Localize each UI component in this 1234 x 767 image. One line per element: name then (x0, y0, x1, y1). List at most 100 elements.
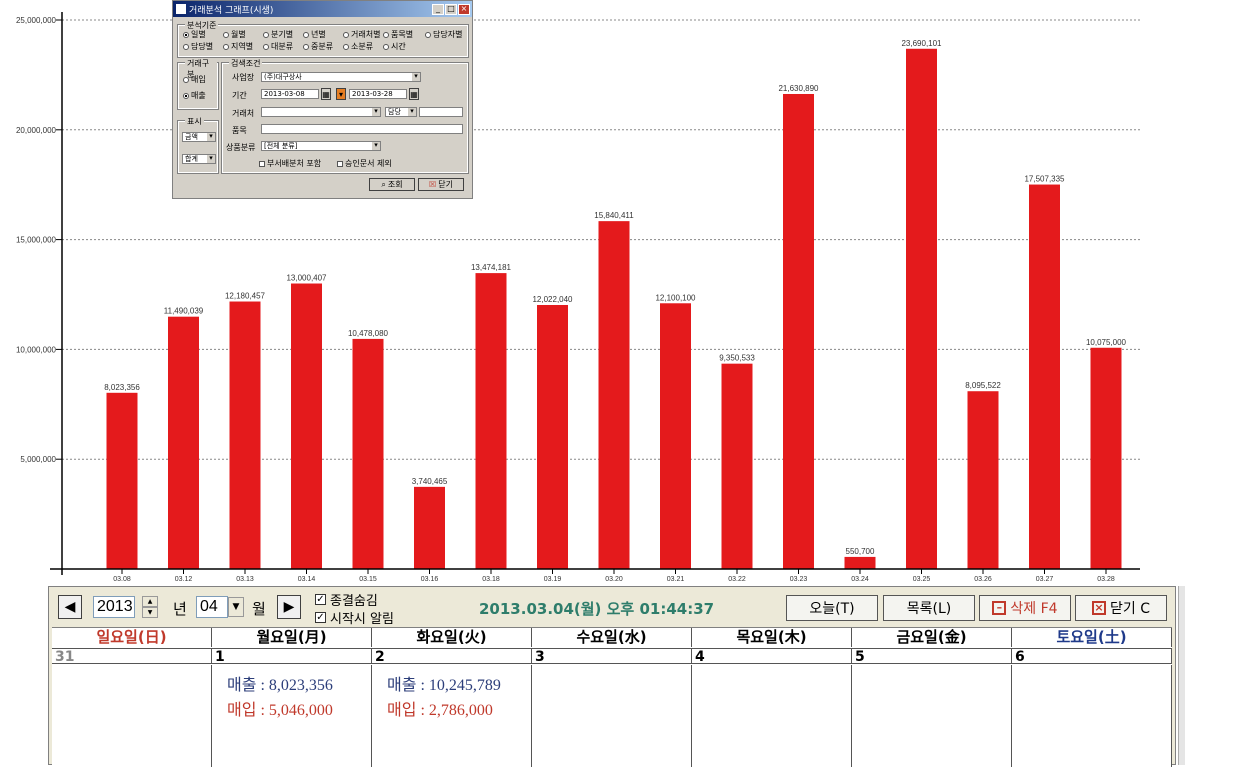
manager-input[interactable] (419, 107, 463, 117)
search-button-label: 조회 (387, 180, 403, 189)
hide-closed-checkbox[interactable]: ✓ 종결숨김 (315, 590, 378, 609)
basis-radio[interactable]: 중분류 (303, 41, 333, 52)
day-cell[interactable] (52, 665, 212, 767)
month-dropdown-icon[interactable]: ▼ (228, 597, 244, 617)
search-icon: ⌕ (381, 179, 386, 189)
bar-value-label: 13,474,181 (471, 263, 512, 272)
basis-radio[interactable]: 소분류 (343, 41, 373, 52)
day-cell[interactable] (692, 665, 852, 767)
day-number: 4 (692, 648, 852, 665)
purchase-entry[interactable]: 매입 : 2,786,000 (387, 696, 493, 720)
x-tick-label: 03.24 (851, 576, 869, 583)
maximize-icon[interactable]: □ (445, 3, 457, 15)
close-icon[interactable]: × (458, 3, 470, 15)
business-label: 사업장 (232, 73, 255, 82)
business-select[interactable]: (주)대구상사 (261, 72, 421, 82)
bar-value-label: 10,075,000 (1086, 338, 1127, 347)
app-icon (176, 4, 186, 14)
calendar-panel: ◀ 2013 ▲ ▼ 년 04 ▼ 월 ▶ ✓ 종결숨김 ✓ 시작시 알림 2013.… (48, 586, 1176, 767)
weekday-header: 월요일(月) (212, 628, 372, 647)
trade-radio-sales[interactable]: 매출 (183, 90, 206, 101)
item-input[interactable] (261, 124, 463, 134)
customer-input[interactable] (261, 107, 381, 117)
basis-radio[interactable]: 거래처별 (343, 29, 380, 40)
bar-value-label: 9,350,533 (719, 354, 755, 363)
customer-label: 거래처 (232, 109, 255, 118)
manager-select[interactable]: 담당 (385, 107, 417, 117)
include-dept-checkbox[interactable]: 부서배분처 포함 (259, 158, 321, 169)
bar (844, 556, 876, 569)
basis-radio[interactable]: 일별 (183, 29, 206, 40)
year-spinner[interactable]: ▲ ▼ (142, 596, 158, 618)
purchase-entry[interactable]: 매입 : 5,046,000 (227, 696, 333, 720)
bar (598, 221, 630, 569)
y-tick-label: 15,000,000 (16, 236, 57, 245)
x-tick-label: 03.27 (1036, 576, 1054, 583)
dialog-close-button[interactable]: ☒ 닫기 (418, 178, 464, 191)
weekday-header: 일요일(日) (52, 628, 212, 647)
y-tick-label: 20,000,000 (16, 126, 57, 135)
basis-radio-label: 년별 (311, 30, 326, 39)
basis-radio[interactable]: 월별 (223, 29, 246, 40)
day-cell[interactable]: 매출 : 10,245,789 매입 : 2,786,000 (372, 665, 532, 767)
search-button[interactable]: ⌕ 조회 (369, 178, 415, 191)
basis-radio[interactable]: 시간 (383, 41, 406, 52)
startup-alarm-checkbox[interactable]: ✓ 시작시 알림 (315, 608, 394, 627)
delete-button[interactable]: – 삭제 F4 (979, 595, 1071, 621)
date-to-calendar-icon[interactable]: ▦ (409, 88, 419, 100)
month-input[interactable]: 04 (196, 596, 228, 618)
basis-radio[interactable]: 년별 (303, 29, 326, 40)
analysis-dialog: 거래분석 그래프(시생) _ □ × 분석기준 일별 월별 분기별 년별 거래처별 품목별… (172, 0, 473, 199)
display-select-2[interactable]: 합계 (182, 154, 216, 164)
close-button[interactable]: × 닫기 C (1075, 595, 1167, 621)
day-cell[interactable] (1012, 665, 1172, 767)
basis-radio[interactable]: 분기별 (263, 29, 293, 40)
calendar-grid: 일요일(日) 31 월요일(月) 1 매출 : 8,023,356 매입 : 5,046,… (52, 627, 1172, 767)
next-month-button[interactable]: ▶ (277, 595, 301, 619)
bar (414, 486, 445, 569)
delete-button-label: 삭제 F4 (1010, 601, 1058, 617)
basis-radio[interactable]: 담당별 (183, 41, 213, 52)
date-swap-icon[interactable]: ▾ (336, 88, 346, 100)
list-button[interactable]: 목록(L) (883, 595, 975, 621)
minus-icon: – (992, 601, 1007, 615)
day-cell[interactable] (532, 665, 692, 767)
spin-down-icon[interactable]: ▼ (142, 607, 158, 618)
minimize-icon[interactable]: _ (432, 3, 444, 15)
bar-value-label: 12,100,100 (655, 293, 696, 302)
category-select[interactable]: [전체 분류] (261, 141, 381, 151)
dialog-titlebar: 거래분석 그래프(시생) _ □ × (173, 1, 472, 17)
prev-month-button[interactable]: ◀ (58, 595, 82, 619)
bar (721, 363, 753, 569)
basis-radio[interactable]: 품목별 (383, 29, 413, 40)
year-input[interactable]: 2013 (93, 596, 135, 618)
day-cell[interactable] (852, 665, 1012, 767)
date-from-input[interactable]: 2013-03-08 (261, 89, 319, 99)
x-tick-label: 03.08 (113, 576, 131, 583)
date-to-input[interactable]: 2013-03-28 (349, 89, 407, 99)
today-button[interactable]: 오늘(T) (786, 595, 878, 621)
sales-entry[interactable]: 매출 : 10,245,789 (387, 671, 501, 695)
bar-value-label: 11,490,039 (164, 307, 204, 316)
bar (475, 273, 507, 569)
day-cell[interactable]: 매출 : 8,023,356 매입 : 5,046,000 (212, 665, 372, 767)
date-from-calendar-icon[interactable]: ▦ (321, 88, 331, 100)
basis-radio[interactable]: 대분류 (263, 41, 293, 52)
basis-radio[interactable]: 담당자별 (425, 29, 462, 40)
item-label: 품목 (232, 126, 247, 135)
bar-value-label: 10,478,080 (348, 329, 389, 338)
bar (783, 93, 814, 569)
bar (1090, 347, 1122, 569)
x-tick-label: 03.21 (667, 576, 685, 583)
spin-up-icon[interactable]: ▲ (142, 596, 158, 607)
sales-entry[interactable]: 매출 : 8,023,356 (227, 671, 333, 695)
month-unit: 월 (252, 600, 266, 618)
vertical-scrollbar[interactable] (1178, 586, 1185, 765)
y-tick-label: 25,000,000 (16, 16, 57, 25)
day-number: 2 (372, 648, 532, 665)
exclude-approved-checkbox[interactable]: 승인문서 제외 (337, 158, 392, 169)
basis-radio[interactable]: 지역별 (223, 41, 253, 52)
x-tick-label: 03.28 (1097, 576, 1115, 583)
display-select-1[interactable]: 금액 (182, 132, 216, 142)
trade-radio-purchase[interactable]: 매입 (183, 74, 206, 85)
